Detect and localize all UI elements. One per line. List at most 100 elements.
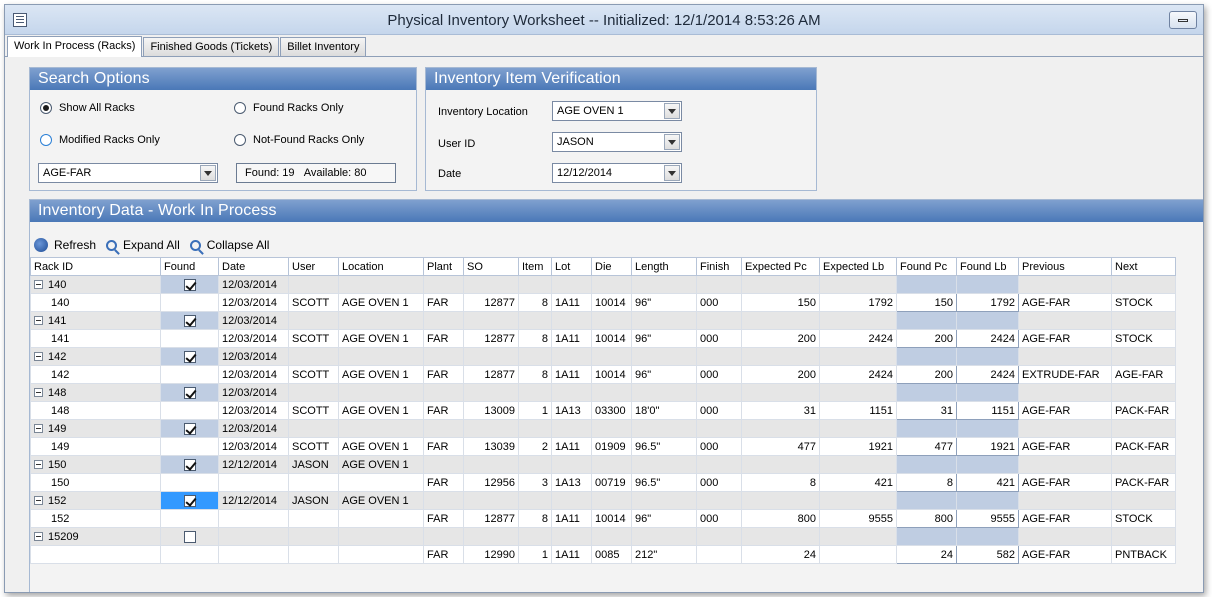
found-pc-cell[interactable]: 24 <box>896 545 957 564</box>
column-header[interactable]: Expected Lb <box>819 257 897 276</box>
found-cell <box>160 311 219 330</box>
column-header[interactable]: User <box>288 257 339 276</box>
found-lb-cell[interactable]: 1921 <box>956 437 1019 456</box>
found-pc-cell[interactable]: 477 <box>896 437 957 456</box>
group-row[interactable]: 152 12/12/2014 JASON AGE OVEN 1 <box>30 491 1176 510</box>
tab-finished-goods[interactable]: Finished Goods (Tickets) <box>143 37 280 56</box>
empty-cell <box>956 275 1019 294</box>
table-row[interactable]: 141 12/03/2014 SCOTT AGE OVEN 1 FAR 12877 8 1A1… <box>30 329 1176 348</box>
group-row[interactable]: 140 12/03/2014 <box>30 275 1176 294</box>
table-row[interactable]: 149 12/03/2014 SCOTT AGE OVEN 1 FAR 13039 2 1A1… <box>30 437 1176 456</box>
found-checkbox[interactable] <box>183 386 196 399</box>
group-row[interactable]: 141 12/03/2014 <box>30 311 1176 330</box>
collapse-icon[interactable] <box>34 531 43 541</box>
found-pc-cell[interactable]: 8 <box>896 473 957 492</box>
found-checkbox[interactable] <box>183 278 196 291</box>
tab-billet-inventory[interactable]: Billet Inventory <box>280 37 367 56</box>
column-header[interactable]: Found Lb <box>956 257 1019 276</box>
column-header[interactable]: Die <box>591 257 632 276</box>
column-header[interactable]: SO <box>463 257 519 276</box>
empty-cell <box>1111 383 1176 402</box>
collapse-all-button[interactable]: Collapse All <box>189 238 269 252</box>
refresh-button[interactable]: Refresh <box>34 238 96 252</box>
column-header[interactable]: Found Pc <box>896 257 957 276</box>
group-row[interactable]: 15209 <box>30 527 1176 546</box>
not-found-racks-only-radio[interactable]: Not-Found Racks Only <box>234 134 364 146</box>
modified-racks-only-radio[interactable]: Modified Racks Only <box>40 134 160 146</box>
item-cell: 8 <box>518 329 552 348</box>
table-row[interactable]: 152 FAR 12877 8 1A11 10014 96" 000 800 9555 800 955… <box>30 509 1176 528</box>
chevron-down-icon[interactable] <box>200 165 216 181</box>
date-picker[interactable]: 12/12/2014 <box>552 163 682 183</box>
found-checkbox[interactable] <box>183 494 196 507</box>
found-pc-cell[interactable]: 200 <box>896 329 957 348</box>
column-header[interactable]: Item <box>518 257 552 276</box>
found-pc-cell[interactable]: 800 <box>896 509 957 528</box>
column-header[interactable]: Previous <box>1018 257 1112 276</box>
group-row[interactable]: 142 12/03/2014 <box>30 347 1176 366</box>
found-lb-cell[interactable]: 1792 <box>956 293 1019 312</box>
found-checkbox[interactable] <box>183 314 196 327</box>
column-header[interactable]: Next <box>1111 257 1176 276</box>
found-racks-only-radio[interactable]: Found Racks Only <box>234 102 343 114</box>
plant-cell: FAR <box>423 365 464 384</box>
table-row[interactable]: 140 12/03/2014 SCOTT AGE OVEN 1 FAR 12877 8 1A1… <box>30 293 1176 312</box>
found-checkbox[interactable] <box>183 422 196 435</box>
found-lb-cell[interactable]: 421 <box>956 473 1019 492</box>
empty-cell <box>956 311 1019 330</box>
group-row[interactable]: 149 12/03/2014 <box>30 419 1176 438</box>
user-id-select[interactable]: JASON <box>552 132 682 152</box>
rack-id: 150 <box>48 458 67 471</box>
chevron-down-icon[interactable] <box>664 134 680 150</box>
found-pc-cell[interactable]: 150 <box>896 293 957 312</box>
collapse-icon[interactable] <box>34 279 43 289</box>
column-header[interactable]: Expected Pc <box>741 257 820 276</box>
found-pc-cell[interactable]: 200 <box>896 365 957 384</box>
table-row[interactable]: 148 12/03/2014 SCOTT AGE OVEN 1 FAR 13009 1 1A1… <box>30 401 1176 420</box>
rack-cell: 141 <box>30 329 161 348</box>
collapse-icon[interactable] <box>34 495 43 505</box>
column-header[interactable]: Plant <box>423 257 464 276</box>
found-checkbox[interactable] <box>183 530 196 543</box>
inventory-grid[interactable]: Rack ID Found Date User Location Plant SO Item L… <box>30 257 1176 564</box>
empty-cell <box>591 383 632 402</box>
collapse-icon[interactable] <box>34 459 43 469</box>
column-header[interactable]: Lot <box>551 257 592 276</box>
collapse-icon[interactable] <box>34 387 43 397</box>
empty-cell <box>518 383 552 402</box>
group-row[interactable]: 150 12/12/2014 JASON AGE OVEN 1 <box>30 455 1176 474</box>
group-row[interactable]: 148 12/03/2014 <box>30 383 1176 402</box>
exp-lb-cell: 1792 <box>819 293 897 312</box>
collapse-icon[interactable] <box>34 351 43 361</box>
tab-work-in-process[interactable]: Work In Process (Racks) <box>7 36 143 57</box>
show-all-racks-radio[interactable]: Show All Racks <box>40 102 135 114</box>
found-lb-cell[interactable]: 2424 <box>956 329 1019 348</box>
found-checkbox[interactable] <box>183 350 196 363</box>
empty-cell <box>696 311 742 330</box>
found-lb-cell[interactable]: 1151 <box>956 401 1019 420</box>
found-lb-cell[interactable]: 582 <box>956 545 1019 564</box>
table-row[interactable]: FAR 12990 1 1A11 0085 212" 24 24 582 AGE-FAR PNTBA… <box>30 545 1176 564</box>
empty-cell <box>423 275 464 294</box>
minimize-button[interactable] <box>1169 11 1197 29</box>
found-lb-cell[interactable]: 2424 <box>956 365 1019 384</box>
collapse-icon[interactable] <box>34 315 43 325</box>
expand-all-button[interactable]: Expand All <box>106 238 180 252</box>
collapse-icon[interactable] <box>34 423 43 433</box>
column-header[interactable]: Length <box>631 257 697 276</box>
inventory-location-select[interactable]: AGE OVEN 1 <box>552 101 682 121</box>
column-header[interactable]: Finish <box>696 257 742 276</box>
empty-cell <box>463 455 519 474</box>
column-header[interactable]: Location <box>338 257 424 276</box>
table-row[interactable]: 142 12/03/2014 SCOTT AGE OVEN 1 FAR 12877 8 1A1… <box>30 365 1176 384</box>
table-row[interactable]: 150 FAR 12956 3 1A13 00719 96.5" 000 8 421 8 421 AGE… <box>30 473 1176 492</box>
column-header[interactable]: Date <box>218 257 289 276</box>
found-lb-cell[interactable]: 9555 <box>956 509 1019 528</box>
found-checkbox[interactable] <box>183 458 196 471</box>
chevron-down-icon[interactable] <box>664 103 680 119</box>
column-header[interactable]: Rack ID <box>30 257 161 276</box>
location-filter-select[interactable]: AGE-FAR <box>38 163 218 183</box>
found-pc-cell[interactable]: 31 <box>896 401 957 420</box>
column-header[interactable]: Found <box>160 257 219 276</box>
chevron-down-icon[interactable] <box>664 165 680 181</box>
